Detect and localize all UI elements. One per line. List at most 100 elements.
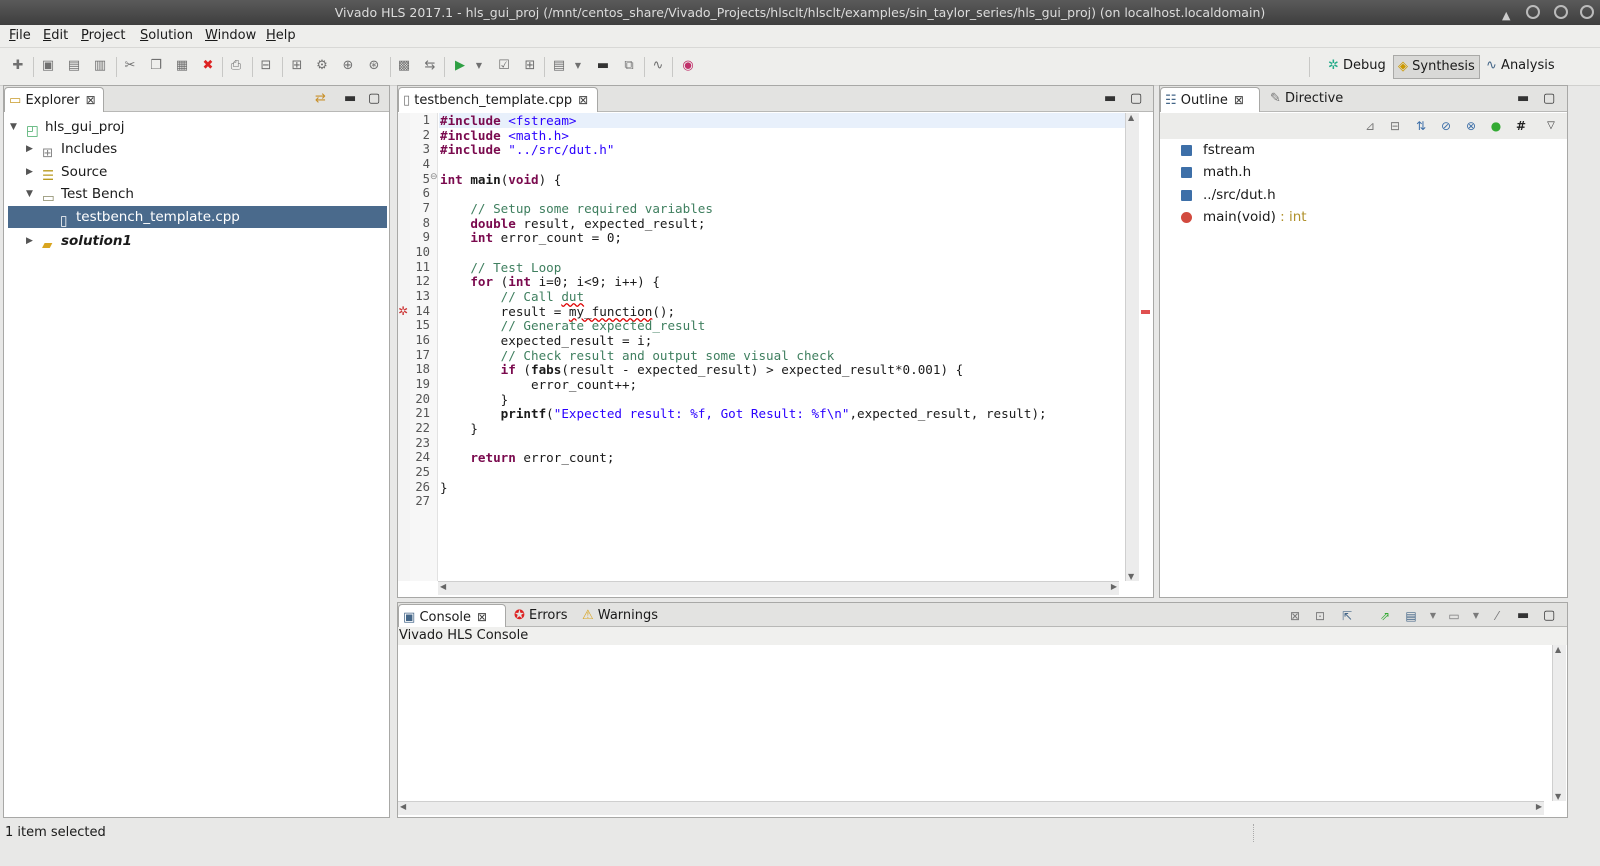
tab-explorer[interactable]: ▭ Explorer ⊠ <box>4 87 104 112</box>
perspective-analysis[interactable]: ∿ Analysis <box>1482 55 1559 79</box>
minimize-view-icon[interactable]: ▬ <box>1104 91 1116 106</box>
view-menu-icon[interactable]: ▽ <box>1544 119 1558 133</box>
tab-directive[interactable]: ✎ Directive <box>1266 87 1362 112</box>
outline-item[interactable]: math.h <box>1181 161 1251 183</box>
maximize-view-icon[interactable]: ▢ <box>1543 91 1555 106</box>
cosim-dropdown-icon[interactable]: ▼ <box>573 58 583 74</box>
minimize-view-icon[interactable]: ▬ <box>1517 91 1529 106</box>
hide-nonpublic-icon[interactable]: ● <box>1489 119 1503 133</box>
project-settings-icon[interactable]: ⊟ <box>258 58 274 74</box>
perspective-synthesis[interactable]: ◈ Synthesis <box>1393 55 1480 79</box>
menu-edit[interactable]: Edit <box>43 28 68 43</box>
close-tab-icon[interactable]: ⊠ <box>578 93 588 107</box>
close-icon[interactable] <box>1580 5 1594 19</box>
run-dropdown-icon[interactable]: ▼ <box>474 58 484 74</box>
edit-icon[interactable]: ⁄ <box>1490 609 1504 623</box>
print-icon[interactable]: ⎙ <box>228 58 244 74</box>
link-editor-icon[interactable]: ⇄ <box>315 91 326 106</box>
save-all-icon[interactable]: ▤ <box>66 58 82 74</box>
copy-icon[interactable]: ❐ <box>148 58 164 74</box>
open-console-dropdown-icon[interactable]: ▼ <box>1426 609 1440 623</box>
console-vertical-scrollbar[interactable]: ▲ ▼ <box>1552 645 1566 801</box>
console-horizontal-scrollbar[interactable]: ◀ ▶ <box>398 801 1544 815</box>
tree-item-testbench[interactable]: ▼ ▭ Test Bench <box>4 183 389 206</box>
maximize-view-icon[interactable]: ▢ <box>368 91 380 106</box>
menu-help[interactable]: Help <box>266 28 296 43</box>
maximize-view-icon[interactable]: ▢ <box>1130 91 1142 106</box>
compare-reports-icon[interactable]: ⧉ <box>621 58 637 74</box>
minimize-icon[interactable] <box>1526 5 1540 19</box>
tree-item-solution[interactable]: ▶ ▰ solution1 <box>4 230 389 253</box>
directive-icon[interactable]: ⊕ <box>340 58 356 74</box>
sort-icon[interactable]: ⇅ <box>1414 119 1428 133</box>
editor-vertical-scrollbar[interactable]: ▲ ▼ <box>1125 113 1139 581</box>
overview-error-marker[interactable] <box>1141 310 1150 314</box>
display-selected-console-icon[interactable]: ⇗ <box>1378 609 1392 623</box>
save-icon[interactable]: ▣ <box>40 58 56 74</box>
cosim-icon[interactable]: ▤ <box>551 58 567 74</box>
delete-icon[interactable]: ✖ <box>200 58 216 74</box>
scroll-down-icon[interactable]: ▼ <box>1128 572 1134 581</box>
scroll-left-icon[interactable]: ◀ <box>440 582 446 591</box>
tab-warnings[interactable]: ⚠ Warnings <box>578 604 660 627</box>
scroll-right-icon[interactable]: ▶ <box>1536 802 1542 811</box>
scroll-right-icon[interactable]: ▶ <box>1111 582 1117 591</box>
tree-item-testbench-file[interactable]: ▯ testbench_template.cpp <box>8 206 387 229</box>
cut-icon[interactable]: ✂ <box>122 58 138 74</box>
filter-icon[interactable]: ⊿ <box>1363 119 1377 133</box>
scroll-lock-icon[interactable]: ⊡ <box>1313 609 1327 623</box>
minimize-view-icon[interactable]: ▬ <box>1517 608 1529 623</box>
refresh-icon[interactable]: ⇆ <box>422 58 438 74</box>
fold-icon[interactable]: ⊖ <box>430 172 438 182</box>
tab-testbench-file[interactable]: ▯ testbench_template.cpp ⊠ <box>398 87 598 112</box>
editor-horizontal-scrollbar[interactable]: ◀ ▶ <box>438 581 1119 595</box>
synthesis-icon[interactable]: ⊞ <box>522 58 538 74</box>
outline-item[interactable]: ../src/dut.h <box>1181 184 1276 206</box>
tree-item-project[interactable]: ▼ ◰ hls_gui_proj <box>4 116 389 139</box>
outline-item[interactable]: fstream <box>1181 139 1255 161</box>
waveform-icon[interactable]: ∿ <box>650 58 666 74</box>
export-rtl-icon[interactable]: ▬ <box>595 58 611 74</box>
save-as-icon[interactable]: ▥ <box>92 58 108 74</box>
run-icon[interactable]: ▶ <box>452 58 468 74</box>
collapse-all-icon[interactable]: ⊟ <box>1388 119 1402 133</box>
scroll-up-icon[interactable]: ▲ <box>1128 113 1134 122</box>
scroll-up-icon[interactable]: ▲ <box>1555 645 1561 654</box>
menu-project[interactable]: Project <box>81 28 126 43</box>
collapsed-icon[interactable]: ▶ <box>26 161 33 183</box>
close-tab-icon[interactable]: ⊠ <box>1234 93 1244 107</box>
index-icon[interactable]: ▩ <box>396 58 412 74</box>
menu-solution[interactable]: Solution <box>140 28 193 43</box>
close-tab-icon[interactable]: ⊠ <box>477 610 487 624</box>
tab-outline[interactable]: ☷ Outline ⊠ <box>1160 87 1260 112</box>
minimize-view-icon[interactable]: ▬ <box>344 91 356 106</box>
new-icon[interactable]: ✚ <box>10 58 26 74</box>
new-solution-icon[interactable]: ⊞ <box>289 58 305 74</box>
solution-settings-icon[interactable]: ⚙ <box>314 58 330 74</box>
menu-file[interactable]: File <box>9 28 31 43</box>
outline-item[interactable]: main(void) : int <box>1181 206 1307 228</box>
paste-icon[interactable]: ▦ <box>174 58 190 74</box>
expanded-icon[interactable]: ▼ <box>26 183 33 205</box>
simulation-icon[interactable]: ☑ <box>496 58 512 74</box>
scroll-down-icon[interactable]: ▼ <box>1555 792 1561 801</box>
tree-item-includes[interactable]: ▶ ⊞ Includes <box>4 138 389 161</box>
scroll-left-icon[interactable]: ◀ <box>400 802 406 811</box>
open-console-icon[interactable]: ▤ <box>1404 609 1418 623</box>
menu-window[interactable]: Window <box>205 28 256 43</box>
clear-console-icon[interactable]: ⊠ <box>1288 609 1302 623</box>
help-icon[interactable]: ◉ <box>680 58 696 74</box>
maximize-icon[interactable] <box>1554 5 1568 19</box>
hide-macros-icon[interactable]: # <box>1514 119 1528 133</box>
tree-item-source[interactable]: ▶ ☰ Source <box>4 161 389 184</box>
close-tab-icon[interactable]: ⊠ <box>86 93 96 107</box>
console-output[interactable] <box>398 645 1551 801</box>
code-editor[interactable]: #include <fstream> #include <math.h> #in… <box>440 113 1125 581</box>
new-console-dropdown-icon[interactable]: ▼ <box>1469 609 1483 623</box>
new-console-icon[interactable]: ▭ <box>1447 609 1461 623</box>
clean-icon[interactable]: ⊛ <box>366 58 382 74</box>
collapsed-icon[interactable]: ▶ <box>26 138 33 160</box>
expanded-icon[interactable]: ▼ <box>10 116 17 138</box>
tab-errors[interactable]: ✪ Errors <box>510 604 576 627</box>
pin-console-icon[interactable]: ⇱ <box>1340 609 1354 623</box>
